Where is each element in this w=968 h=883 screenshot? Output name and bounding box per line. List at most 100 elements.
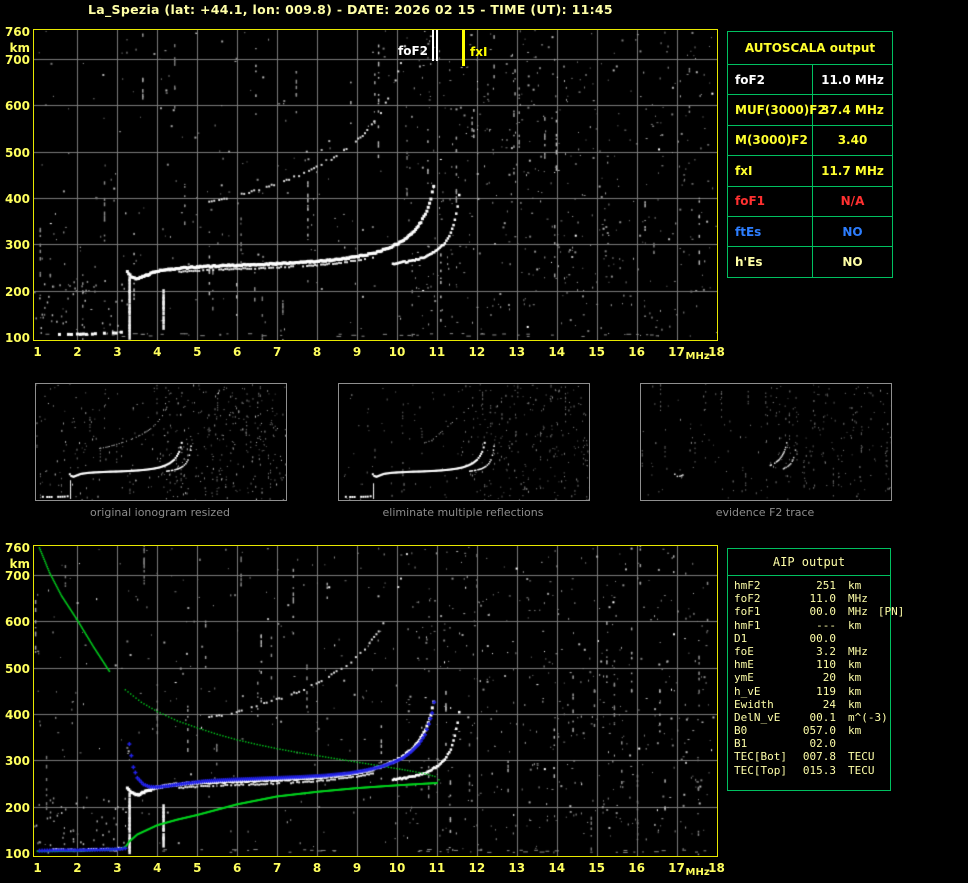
row-label: foF2 [728,65,813,95]
mhz-unit-label: MHz [685,867,710,878]
aip-row: DelN_vE 00.1 m^(-3) [728,711,890,724]
top-ionogram-panel: foF2 fxI [33,29,718,341]
x-axis-tick-label: 15 [588,861,606,875]
y-axis-tick-label: 600 [4,99,30,114]
aip-param-value: --- [816,618,836,632]
aip-param-unit: m^(-3) [848,710,888,724]
aip-param-value: 3.2 [816,644,836,658]
aip-param-value: 007.8 [802,750,836,764]
thumbnail-caption: eliminate multiple reflections [382,506,544,519]
aip-param-name: hmF1 [734,618,761,632]
aip-param-unit: km [848,671,862,685]
x-axis-tick-label: 14 [548,345,566,359]
y-axis-tick-label: 500 [4,145,30,160]
y-axis-tick-label: 760 [4,540,30,555]
x-axis-tick-label: 1 [33,861,42,875]
aip-param-value: 110 [816,658,836,672]
x-axis-tick-label: 16 [628,861,645,875]
aip-param-unit: MHz [848,644,868,658]
x-axis-tick-label: 18 [708,861,725,875]
bottom-ionogram-canvas [34,546,717,856]
y-axis-tick-label: 760 [4,24,30,39]
aip-param-value: 00.0 [809,631,837,645]
aip-param-unit: km [848,724,862,738]
table-row: h'Es NO [728,247,892,277]
aip-row: h_vE 119 km [728,685,890,698]
aip-row: foE 3.2 MHz [728,645,890,658]
aip-param-value: 00.0 [809,605,837,619]
aip-table-header: AIP output [728,549,890,576]
top-ionogram-canvas [34,30,717,340]
aip-param-name: foF2 [734,592,761,606]
aip-row: B0 057.0 km [728,724,890,737]
fof2-marker-line [432,30,434,61]
fof2-marker-line [436,30,438,61]
x-axis-tick-label: 4 [153,345,162,359]
thumbnail-original-canvas [36,384,286,500]
aip-row: B1 02.0 [728,737,890,750]
x-axis-tick-label: 6 [233,345,242,359]
aip-row: D1 00.0 [728,632,890,645]
mhz-unit-label: MHz [685,351,710,362]
thumbnail-caption: original ionogram resized [90,506,230,519]
autoscala-table-rows: foF2 11.0 MHz MUF(3000)F2 37.4 MHz M(3000)F2… [728,65,892,277]
x-axis-tick-label: 2 [73,345,82,359]
autoscala-app-window: { "title": "La_Spezia (lat: +44.1, lon: … [0,0,968,883]
aip-param-value: 20 [822,671,836,685]
aip-param-name: TEC[Bot] [734,750,787,764]
aip-param-unit: km [848,697,862,711]
aip-param-name: B1 [734,737,748,751]
row-label: M(3000)F2 [728,125,813,156]
x-axis-tick-label: 17 [668,345,685,359]
fxi-marker-label: fxI [470,45,488,59]
row-label: fxI [728,156,813,186]
thumbnail-eliminate-canvas [339,384,589,500]
aip-param-value: 24 [822,697,836,711]
aip-param-unit: km [848,579,862,592]
aip-row: hmE 110 km [728,658,890,671]
y-axis-tick-label: 300 [4,754,30,769]
aip-param-unit: MHz [848,592,868,606]
y-axis-tick-label: 300 [4,238,30,253]
row-label: ftEs [728,216,813,247]
thumbnail-evidence-canvas [641,384,891,500]
row-value: N/A [840,194,865,209]
fof2-marker-label: foF2 [397,44,428,58]
table-row: ftEs NO [728,216,892,248]
y-axis-tick-label: 200 [4,800,30,815]
x-axis-tick-label: 12 [468,861,486,875]
x-axis-tick-label: 12 [468,345,486,359]
thumbnail-eliminate-reflections [338,383,590,501]
x-axis-tick-label: 13 [508,861,526,875]
aip-row: foF1 00.0 MHz [PN] [728,605,904,619]
x-axis-tick-label: 5 [193,345,202,359]
row-value: 3.40 [837,133,868,148]
aip-param-name: foE [734,644,754,658]
x-axis-tick-label: 7 [272,861,282,875]
x-axis-tick-label: 1 [33,345,42,359]
aip-param-name: foF1 [734,605,761,619]
x-axis-tick-label: 11 [428,345,446,359]
aip-row: hmF1 --- km [728,619,890,632]
aip-param-unit: TECU [848,750,875,764]
x-axis-tick-label: 10 [388,345,406,359]
km-unit-label: km [9,41,30,55]
x-axis-tick-label: 10 [388,861,406,875]
aip-row: Ewidth 24 km [728,698,890,711]
aip-param-name: DelN_vE [734,710,781,724]
thumbnail-original-ionogram [35,383,287,501]
aip-row: TEC[Top] 015.3 TECU [728,764,890,777]
row-label: MUF(3000)F2 [728,95,826,125]
x-axis-tick-label: 17 [668,861,685,875]
aip-param-unit: TECU [848,763,875,777]
y-axis-tick-label: 500 [4,661,30,676]
main-title: La_Spezia (lat: +44.1, lon: 009.8) - DAT… [88,2,613,17]
aip-row: TEC[Bot] 007.8 TECU [728,750,890,763]
row-label: h'Es [728,247,813,277]
aip-param-value: 02.0 [809,737,837,751]
aip-param-value: 251 [816,579,836,592]
aip-table-rows: hmF2 251 km foF2 11.0 MHz foF1 00.0 MHz [PN] hmF1 -… [728,576,904,777]
aip-row: ymE 20 km [728,671,890,684]
bottom-ionogram-panel [33,545,718,857]
y-axis-tick-label: 600 [4,615,30,630]
